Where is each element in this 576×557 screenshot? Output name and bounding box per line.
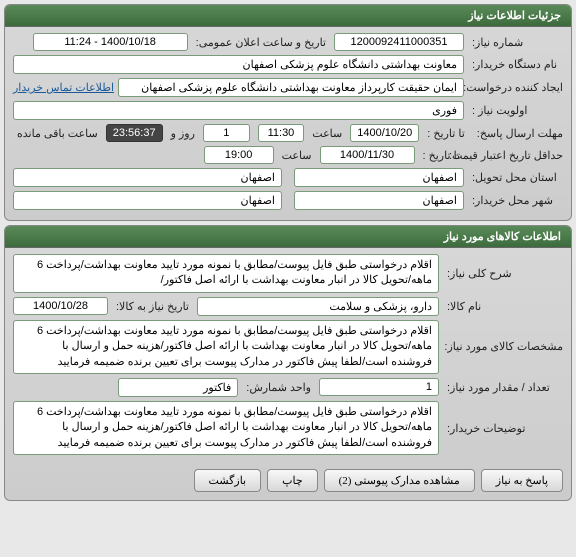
need-no-label: شماره نیاز:	[468, 36, 563, 49]
buyer-notes-value: اقلام درخواستی طبق فایل پیوست/مطابق با ن…	[13, 401, 439, 455]
attachments-button[interactable]: مشاهده مدارک پیوستی (2)	[324, 469, 475, 492]
unit-value: فاکتور	[118, 378, 238, 397]
buyer-city2-value: اصفهان	[13, 191, 282, 210]
day-and-label: روز و	[167, 127, 199, 140]
to-date-label-2: تا تاریخ :	[419, 149, 464, 162]
need-no-value: 1200092411000351	[334, 33, 464, 51]
reply-button[interactable]: پاسخ به نیاز	[481, 469, 563, 492]
back-button[interactable]: بازگشت	[194, 469, 262, 492]
buyer-notes-label: توضیحات خریدار:	[443, 422, 563, 435]
priority-value: فوری	[13, 101, 464, 120]
contact-link[interactable]: اطلاعات تماس خریدار	[13, 81, 114, 94]
delivery-city-label: استان محل تحویل:	[468, 171, 563, 184]
priority-label: اولویت نیاز :	[468, 104, 563, 117]
need-date-value: 1400/10/28	[13, 297, 108, 315]
pub-date-value: 1400/10/18 - 11:24	[33, 33, 188, 51]
to-time-value: 11:30	[258, 124, 305, 142]
creator-label: ایجاد کننده درخواست:	[468, 81, 563, 94]
goods-name-value: دارو، پزشکی و سلامت	[197, 297, 439, 316]
remain-label: ساعت باقی مانده	[13, 127, 102, 140]
action-buttons: پاسخ به نیاز مشاهده مدارک پیوستی (2) چاپ…	[5, 465, 571, 500]
buyer-city-label: شهر محل خریدار:	[468, 194, 563, 207]
specs-label: مشخصات کالای مورد نیاز:	[443, 340, 563, 353]
goods-info-panel: اطلاعات کالاهای مورد نیاز شرح کلی نیاز: …	[4, 225, 572, 501]
specs-value: اقلام درخواستی طبق فایل پیوست/مطابق با ن…	[13, 320, 439, 374]
buyer-city-value: اصفهان	[294, 191, 464, 210]
credit-label: حداقل تاریخ اعتبار قیمت:	[468, 149, 563, 162]
credit-time-value: 19:00	[204, 146, 274, 164]
deadline-label: مهلت ارسال پاسخ:	[473, 127, 563, 140]
print-button[interactable]: چاپ	[267, 469, 318, 492]
creator-value: ایمان حقیقت کارپرداز معاونت بهداشتی دانش…	[118, 78, 464, 97]
to-date-value: 1400/10/20	[350, 124, 419, 142]
time-label-1: ساعت	[308, 127, 346, 140]
credit-date-value: 1400/11/30	[320, 146, 415, 164]
time-remain-value: 23:56:37	[106, 124, 163, 142]
buyer-org-label: نام دستگاه خریدار:	[468, 58, 563, 71]
to-date-label: تا تاریخ :	[423, 127, 468, 140]
time-label-2: ساعت	[278, 149, 316, 162]
need-info-header: جزئیات اطلاعات نیاز	[5, 5, 571, 27]
buyer-org-value: معاونت بهداشتی دانشگاه علوم پزشکی اصفهان	[13, 55, 464, 74]
summary-value: اقلام درخواستی طبق فایل پیوست/مطابق با ن…	[13, 254, 439, 293]
goods-name-label: نام کالا:	[443, 300, 563, 313]
need-info-panel: جزئیات اطلاعات نیاز شماره نیاز: 12000924…	[4, 4, 572, 221]
delivery-city-value: اصفهان	[294, 168, 464, 187]
qty-value: 1	[319, 378, 439, 396]
delivery-city2-value: اصفهان	[13, 168, 282, 187]
unit-label: واحد شمارش:	[242, 381, 315, 394]
goods-info-header: اطلاعات کالاهای مورد نیاز	[5, 226, 571, 248]
need-info-body: شماره نیاز: 1200092411000351 تاریخ و ساع…	[5, 27, 571, 220]
qty-label: تعداد / مقدار مورد نیاز:	[443, 381, 563, 394]
pub-date-label: تاریخ و ساعت اعلان عمومی:	[192, 36, 330, 49]
days-remain-value: 1	[203, 124, 250, 142]
summary-label: شرح کلی نیاز:	[443, 267, 563, 280]
need-date-label: تاریخ نیاز به کالا:	[112, 300, 193, 313]
goods-info-body: شرح کلی نیاز: اقلام درخواستی طبق فایل پی…	[5, 248, 571, 465]
